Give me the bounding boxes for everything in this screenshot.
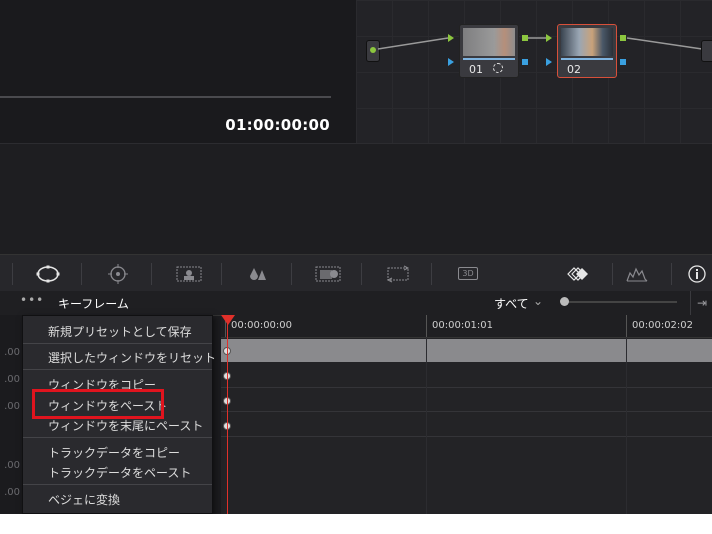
keyframes-icon[interactable] xyxy=(556,255,596,292)
playhead-line xyxy=(227,320,228,514)
menu-item-paste-window-end[interactable]: ウィンドウを末尾にペースト xyxy=(48,417,203,434)
ruler-timecode: 00:00:00:00 xyxy=(231,320,293,331)
window-circle-icon xyxy=(492,63,503,73)
node-thumbnail xyxy=(561,28,613,56)
node-thumbnail xyxy=(463,28,515,56)
node-label: 02 xyxy=(567,63,581,76)
node-input-key-icon xyxy=(448,58,454,66)
viewer-panel: 01:00:00:00 xyxy=(0,0,357,143)
node-input-key-icon xyxy=(546,58,552,66)
node-02[interactable]: 02 xyxy=(557,24,617,78)
node-label: 01 xyxy=(469,63,503,76)
empty-panel-area xyxy=(0,143,712,255)
chevron-down-icon[interactable]: ⌄ xyxy=(533,294,543,308)
node-connections xyxy=(377,37,703,50)
menu-item-reset-window[interactable]: 選択したウィンドウをリセット xyxy=(48,349,216,366)
more-options-button[interactable]: ••• xyxy=(20,293,44,307)
tracker-icon[interactable] xyxy=(98,255,138,292)
scopes-icon[interactable] xyxy=(617,255,657,292)
timeline-ruler[interactable]: 00:00:00:00 00:00:01:01 00:00:02:02 xyxy=(221,315,712,338)
ruler-timecode: 00:00:01:01 xyxy=(432,320,494,331)
keyframes-header: ••• キーフレーム すべて ⌄ xyxy=(0,291,712,316)
menu-item-paste-track-data[interactable]: トラックデータをペースト xyxy=(48,464,191,481)
highlight-box xyxy=(32,389,164,419)
node-output-icon xyxy=(522,35,528,41)
node-input-icon xyxy=(546,34,552,42)
node-output-key-icon xyxy=(620,59,626,65)
menu-item-copy-track-data[interactable]: トラックデータをコピー xyxy=(48,444,180,461)
track-values-column: .00 .00 .00 .00 .00 xyxy=(0,315,23,514)
master-keyframe-track[interactable] xyxy=(221,339,712,362)
sizing-icon[interactable] xyxy=(378,255,418,292)
magic-mask-icon[interactable] xyxy=(169,255,209,292)
viewer-scrubber[interactable] xyxy=(0,96,331,98)
blur-icon[interactable] xyxy=(238,255,278,292)
node-input-icon xyxy=(448,34,454,42)
node-01[interactable]: 01 xyxy=(459,24,519,78)
playhead-handle[interactable] xyxy=(221,315,235,325)
expand-icon[interactable]: ⇥ xyxy=(690,291,712,315)
node-output-icon xyxy=(620,35,626,41)
node-output-key-icon xyxy=(522,59,528,65)
menu-item-save-preset[interactable]: 新規プリセットとして保存 xyxy=(48,323,192,340)
keyframes-title: キーフレーム xyxy=(58,297,129,311)
keyframes-filter-dropdown[interactable]: すべて xyxy=(494,295,529,312)
viewer-timecode: 01:00:00:00 xyxy=(225,116,330,134)
palette-toolbar: 3D xyxy=(0,254,712,293)
window-circle-icon[interactable] xyxy=(28,255,68,292)
zoom-slider-handle[interactable] xyxy=(560,297,569,306)
zoom-slider-track[interactable] xyxy=(562,301,677,303)
ruler-timecode: 00:00:02:02 xyxy=(632,320,694,331)
info-icon[interactable] xyxy=(677,255,712,292)
3d-icon[interactable]: 3D xyxy=(448,255,488,292)
key-icon[interactable] xyxy=(308,255,348,292)
resolve-color-page: 01:00:00:00 01 02 3D ••• キーフレーム すべて ⌄ ⇥ … xyxy=(0,0,712,514)
output-node-input[interactable] xyxy=(701,40,712,62)
menu-item-convert-bezier[interactable]: ベジェに変換 xyxy=(48,491,120,508)
node-graph[interactable]: 01 02 xyxy=(356,0,712,143)
